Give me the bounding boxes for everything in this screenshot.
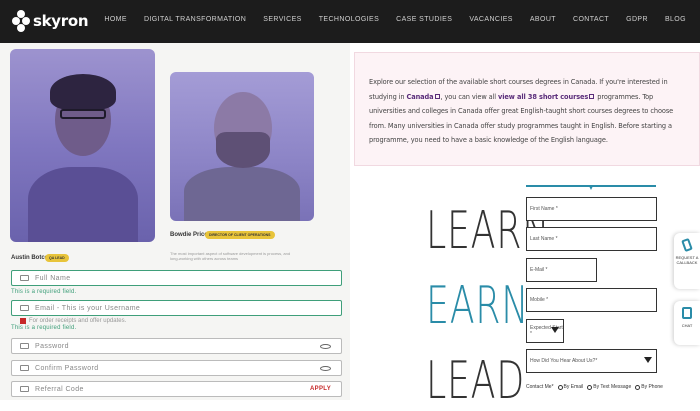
nav-vacancies[interactable]: VACANCIES [469, 16, 513, 23]
person-role-badge-bowdie: DIRECTOR OF CLIENT OPERATIONS [205, 231, 275, 239]
chat-icon [682, 307, 692, 319]
external-link-icon [434, 93, 440, 99]
callback-label: REQUEST A CALLBACK [675, 255, 699, 265]
password-placeholder: Password [35, 342, 69, 350]
radio-icon [635, 384, 641, 390]
nav-gdpr[interactable]: GDPR [626, 16, 648, 23]
radio-icon [557, 384, 563, 390]
confirm-password-placeholder: Confirm Password [35, 364, 99, 372]
nav-blog[interactable]: BLOG [665, 16, 686, 23]
email-error: This is a required field. [11, 325, 77, 331]
contact-label: Contact Me* [526, 384, 554, 390]
person-quote: The most important aspect of software de… [170, 251, 291, 261]
contact-by-phone-option[interactable]: By Phone [635, 384, 663, 390]
nav-home[interactable]: HOME [104, 16, 127, 23]
contact-preference: Contact Me* By Email By Text Message By … [526, 384, 663, 390]
email-placeholder: Email - This is your Username [35, 304, 141, 312]
nav-services[interactable]: SERVICES [263, 16, 301, 23]
promo-word-lead: LEAD [426, 351, 526, 411]
full-name-error: This is a required field. [11, 289, 77, 295]
consent-text: For order receipts and offer updates. [29, 318, 127, 324]
brand-name: skyron [33, 12, 89, 30]
request-callback-widget[interactable]: REQUEST A CALLBACK [674, 233, 700, 289]
password-field[interactable]: Password [11, 338, 342, 354]
checkbox-icon[interactable] [20, 318, 26, 324]
chevron-down-icon [551, 327, 559, 333]
last-name-input[interactable]: Last Name * [526, 227, 657, 251]
nav-about[interactable]: ABOUT [530, 16, 556, 23]
chat-label: CHAT [681, 323, 693, 328]
nav-technologies[interactable]: TECHNOLOGIES [319, 16, 379, 23]
first-name-input[interactable]: First Name * [526, 197, 657, 221]
full-name-field[interactable]: Full Name [11, 270, 342, 286]
logo-mark-icon [12, 10, 30, 32]
mobile-input[interactable]: Mobile * [526, 288, 657, 312]
contact-by-email-option[interactable]: By Email [557, 384, 583, 390]
eye-icon[interactable] [320, 366, 331, 371]
external-link-icon [589, 93, 595, 99]
email-field[interactable]: Email - This is your Username [11, 300, 342, 316]
email-input[interactable]: E-Mail * [526, 258, 597, 282]
how-heard-select[interactable]: How Did You Hear About Us?* [526, 349, 657, 373]
consent-checkbox-row[interactable]: For order receipts and offer updates. [20, 318, 126, 324]
full-name-placeholder: Full Name [35, 274, 71, 282]
confirm-password-field[interactable]: Confirm Password [11, 360, 342, 376]
lock-icon [20, 365, 29, 371]
phone-icon [681, 237, 693, 253]
team-photo-bowdie [170, 72, 314, 221]
person-role-badge-austin: QA LEAD [45, 254, 69, 262]
referral-placeholder: Referral Code [35, 385, 84, 393]
nav-contact[interactable]: CONTACT [573, 16, 609, 23]
email-icon [20, 305, 29, 311]
apply-button[interactable]: APPLY [310, 386, 331, 392]
team-and-signup-panel: Austin Botcor QA LEAD Bowdie Price DIREC… [0, 43, 350, 400]
link-view-all-courses[interactable]: view all 38 short courses [498, 93, 588, 101]
courses-panel: Explore our selection of the available s… [350, 43, 700, 411]
team-photo-austin [10, 49, 155, 242]
course-info-text: Explore our selection of the available s… [369, 78, 674, 144]
expected-start-select[interactable]: Expected Start * [526, 319, 564, 343]
promo-word-earn: EARN [426, 276, 530, 336]
chevron-down-icon [644, 357, 652, 363]
gift-icon [20, 386, 29, 392]
nav-digital-transformation[interactable]: DIGITAL TRANSFORMATION [144, 16, 246, 23]
nav-case-studies[interactable]: CASE STUDIES [396, 16, 452, 23]
lock-icon [20, 343, 29, 349]
nav-menu: HOME DIGITAL TRANSFORMATION SERVICES TEC… [104, 16, 686, 23]
form-top-pointer-icon [589, 186, 593, 190]
chat-widget[interactable]: CHAT [674, 301, 700, 345]
referral-code-field[interactable]: Referral Code APPLY [11, 381, 342, 397]
skyron-logo[interactable]: skyron [12, 10, 89, 32]
course-info-box: Explore our selection of the available s… [354, 52, 700, 166]
link-canada[interactable]: Canada [407, 93, 434, 101]
eye-icon[interactable] [320, 344, 331, 349]
user-icon [20, 275, 29, 281]
person-name-bowdie: Bowdie Price [170, 232, 208, 238]
radio-icon [587, 384, 593, 390]
contact-by-text-option[interactable]: By Text Message [587, 384, 631, 390]
top-navigation: skyron HOME DIGITAL TRANSFORMATION SERVI… [0, 0, 700, 43]
